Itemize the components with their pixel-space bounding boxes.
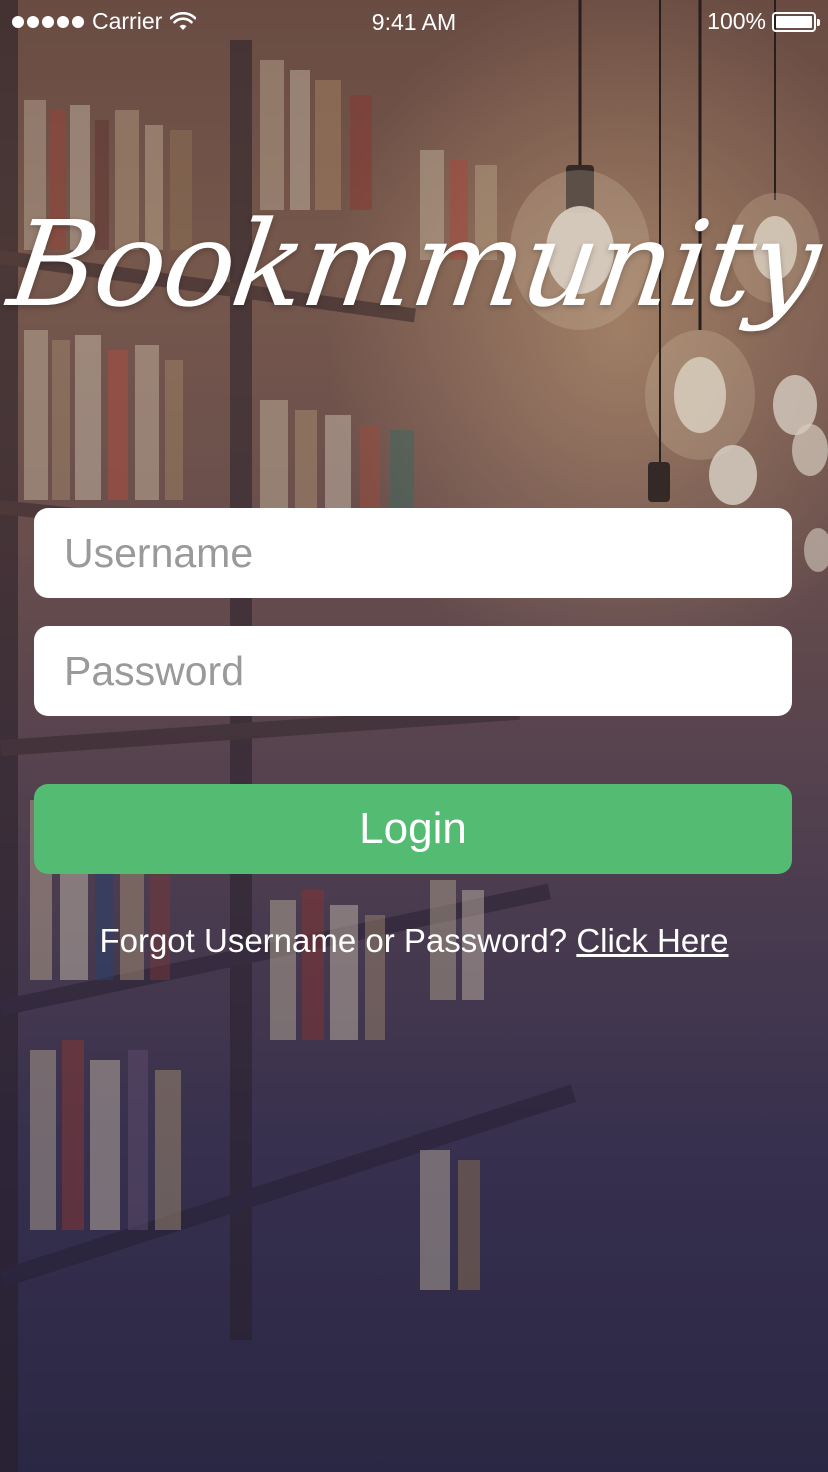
forgot-credentials-link[interactable]: Click Here bbox=[576, 922, 728, 959]
battery-percentage: 100% bbox=[707, 8, 766, 34]
username-input[interactable] bbox=[34, 508, 792, 598]
status-time: 9:41 AM bbox=[371, 9, 457, 35]
forgot-credentials-text: Forgot Username or Password? bbox=[99, 922, 568, 959]
password-input[interactable] bbox=[34, 626, 792, 716]
login-screen: Carrier 9:41 AM 100% Bookmmunity Login F… bbox=[0, 0, 828, 1472]
login-button[interactable]: Login bbox=[34, 784, 792, 874]
status-bar: Carrier 9:41 AM 100% bbox=[0, 0, 828, 42]
status-right: 100% bbox=[707, 8, 820, 35]
forgot-credentials-row: Forgot Username or Password? Click Here bbox=[0, 922, 828, 960]
battery-icon bbox=[772, 11, 820, 32]
app-logo: Bookmmunity bbox=[1, 195, 827, 333]
